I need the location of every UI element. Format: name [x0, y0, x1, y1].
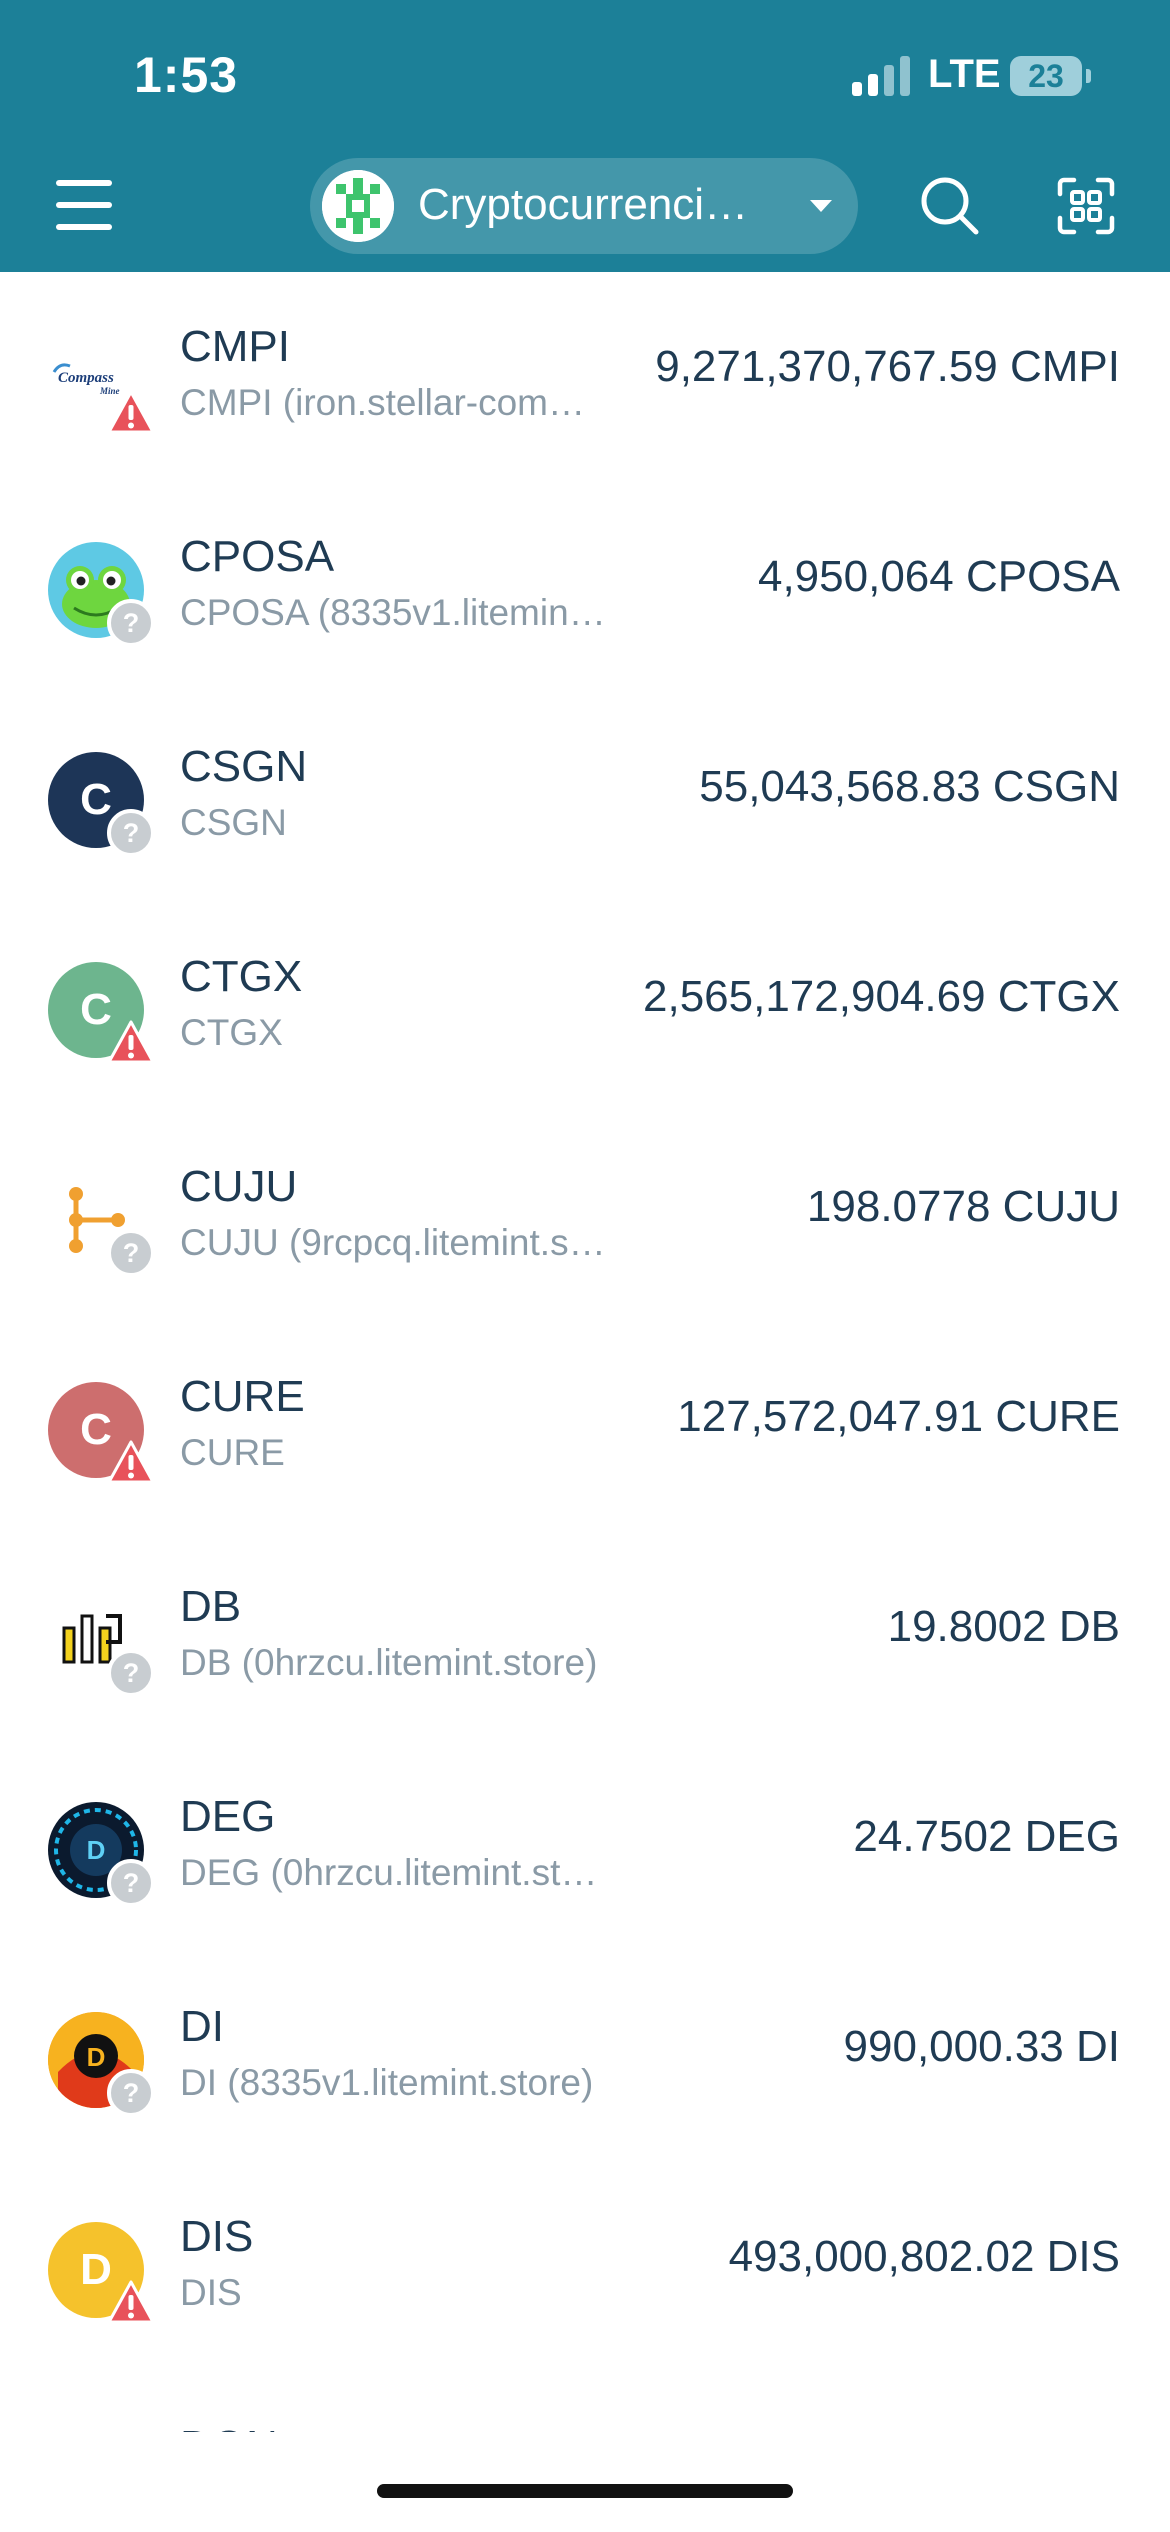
token-avatar: C? — [48, 752, 155, 857]
asset-issuer: CUJU (9rcpcq.litemint.store) — [180, 1222, 610, 1263]
app-header: 1:53 LTE 23 Cryptocurrenci… — [0, 0, 1170, 272]
token-avatar: Compass Mine — [48, 332, 155, 434]
asset-list: Compass Mine CMPI CMPI (iron.stellar-com…… — [0, 272, 1170, 2432]
asset-balance: 9,271,370,767.59 CMPI — [655, 342, 1120, 391]
asset-balance: 127,572,047.91 CURE — [677, 1392, 1120, 1441]
asset-issuer: DB (0hrzcu.litemint.store) — [180, 1642, 598, 1683]
asset-symbol: DB — [180, 1582, 242, 1631]
question-icon: ? — [106, 1858, 156, 1908]
battery-tip — [1086, 69, 1091, 83]
token-avatar: D? — [48, 1802, 155, 1907]
asset-symbol: DEG — [180, 1792, 276, 1841]
asset-issuer: CSGN — [180, 802, 287, 843]
asset-balance: 493,000,802.02 DIS — [728, 2232, 1120, 2281]
asset-row-deg[interactable]: D? DEG DEG (0hrzcu.litemint.store) 24.75… — [0, 1742, 1170, 1952]
token-avatar: D — [48, 2222, 155, 2324]
asset-balance: 990,000.33 DI — [843, 2022, 1120, 2071]
hamburger-icon-bar — [56, 224, 112, 230]
asset-symbol: CUJU — [180, 1162, 298, 1211]
asset-row-db[interactable]: ? DB DB (0hrzcu.litemint.store) 19.8002 … — [0, 1532, 1170, 1742]
asset-row-cuju[interactable]: ? CUJU CUJU (9rcpcq.litemint.store) 198.… — [0, 1112, 1170, 1322]
asset-symbol: CPOSA — [180, 532, 335, 581]
asset-balance: 19.8002 DB — [887, 1602, 1120, 1651]
search-icon[interactable] — [918, 174, 982, 238]
question-icon: ? — [106, 2068, 156, 2118]
asset-symbol: DIS — [180, 2212, 254, 2261]
network-selector[interactable]: Cryptocurrenci… — [310, 158, 858, 254]
token-avatar: ? — [48, 1592, 155, 1697]
svg-text:?: ? — [123, 2078, 140, 2108]
asset-row-di[interactable]: D? DI DI (8335v1.litemint.store) 990,000… — [0, 1952, 1170, 2162]
asset-row-csgn[interactable]: C? CSGN CSGN 55,043,568.83 CSGN — [0, 692, 1170, 902]
svg-text:Compass: Compass — [58, 370, 114, 386]
hamburger-icon-bar — [56, 180, 112, 186]
asset-symbol: CMPI — [180, 322, 290, 371]
svg-text:?: ? — [123, 818, 140, 848]
question-icon: ? — [106, 1648, 156, 1698]
asset-row-cposa[interactable]: ? CPOSA CPOSA (8335v1.litemint.store) 4,… — [0, 482, 1170, 692]
asset-row-cure[interactable]: C CURE CURE 127,572,047.91 CURE — [0, 1322, 1170, 1532]
asset-balance: 198.0778 CUJU — [806, 1182, 1120, 1231]
asset-balance: 2,565,172,904.69 CTGX — [643, 972, 1120, 1021]
asset-issuer: CMPI (iron.stellar-com… — [180, 382, 585, 423]
svg-text:?: ? — [123, 608, 140, 638]
status-time: 1:53 — [134, 47, 239, 103]
asset-issuer: DI (8335v1.litemint.store) — [180, 2062, 594, 2103]
svg-text:?: ? — [123, 1238, 140, 1268]
token-avatar: C — [48, 962, 155, 1064]
network-type: LTE — [928, 52, 1001, 96]
asset-issuer: DEG (0hrzcu.litemint.store) — [180, 1852, 610, 1893]
token-avatar: ? — [48, 1172, 155, 1277]
question-icon: ? — [106, 808, 156, 858]
network-logo-icon — [322, 170, 394, 242]
token-avatar: C — [48, 1382, 155, 1484]
asset-symbol: DI — [180, 2002, 224, 2051]
asset-row-don[interactable]: DON — [0, 2372, 1170, 2432]
question-icon: ? — [106, 598, 156, 648]
qr-scan-icon[interactable] — [1056, 176, 1116, 236]
warning-icon — [106, 1018, 156, 1068]
cellular-signal-icon — [852, 56, 910, 96]
asset-row-ctgx[interactable]: C CTGX CTGX 2,565,172,904.69 CTGX — [0, 902, 1170, 1112]
asset-balance: 24.7502 DEG — [853, 1812, 1120, 1861]
home-indicator[interactable] — [377, 2484, 793, 2498]
network-title: Cryptocurrenci… — [418, 180, 749, 229]
asset-issuer: DIS — [180, 2272, 242, 2313]
asset-symbol: CURE — [180, 1372, 305, 1421]
asset-row-dis[interactable]: D DIS DIS 493,000,802.02 DIS — [0, 2162, 1170, 2372]
asset-issuer: CTGX — [180, 1012, 283, 1053]
asset-balance: 4,950,064 CPOSA — [757, 552, 1120, 601]
svg-text:?: ? — [123, 1868, 140, 1898]
chevron-down-icon — [810, 200, 832, 212]
asset-symbol: DON — [180, 2422, 278, 2432]
asset-balance: 55,043,568.83 CSGN — [699, 762, 1120, 811]
hamburger-icon-bar — [56, 202, 112, 208]
question-icon: ? — [106, 1228, 156, 1278]
asset-symbol: CTGX — [180, 952, 303, 1001]
token-avatar: ? — [48, 542, 155, 647]
asset-issuer: CPOSA (8335v1.litemint.store) — [180, 592, 610, 633]
warning-icon — [106, 388, 156, 438]
warning-icon — [106, 1438, 156, 1488]
warning-icon — [106, 2278, 156, 2328]
menu-button[interactable] — [56, 180, 112, 232]
svg-text:D: D — [87, 1835, 106, 1865]
svg-text:D: D — [87, 2042, 106, 2072]
battery-indicator: 23 — [1010, 56, 1082, 96]
asset-symbol: CSGN — [180, 742, 308, 791]
asset-row-cmpi[interactable]: Compass Mine CMPI CMPI (iron.stellar-com…… — [0, 272, 1170, 482]
svg-text:?: ? — [123, 1658, 140, 1688]
asset-issuer: CURE — [180, 1432, 285, 1473]
token-avatar: D? — [48, 2012, 155, 2117]
